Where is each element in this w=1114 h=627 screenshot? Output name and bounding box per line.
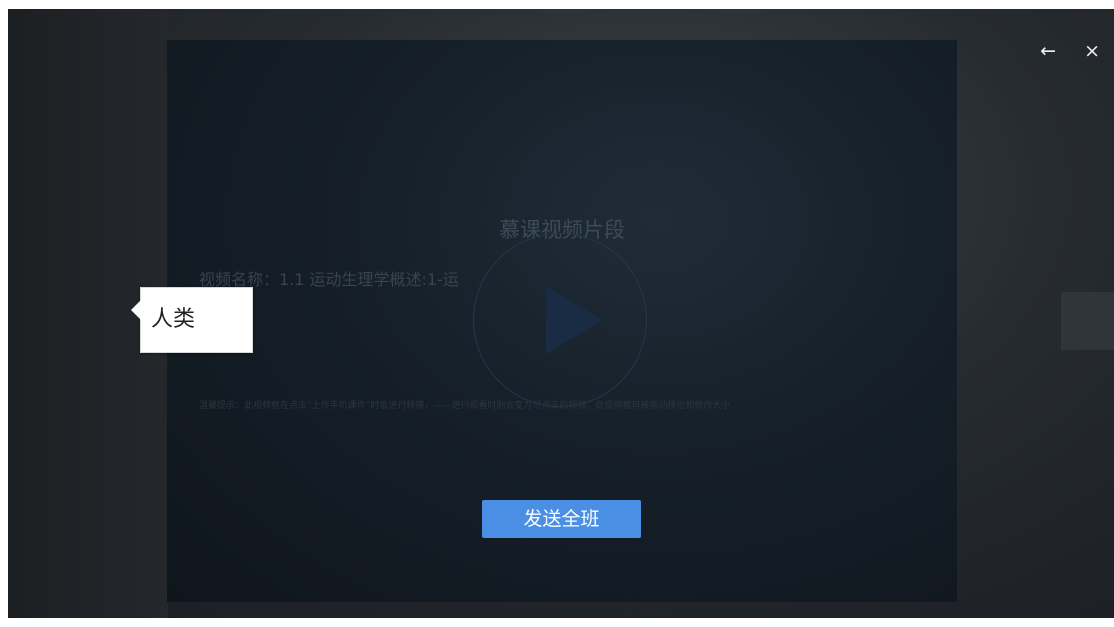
close-icon[interactable]: × — [1084, 39, 1100, 63]
back-arrow-icon[interactable]: ← — [1040, 39, 1056, 63]
mooc-video-player[interactable]: 慕课视频片段 视频名称：1.1 运动生理学概述:1-运 温馨提示：此视频框在点击… — [167, 40, 957, 602]
play-icon — [546, 286, 602, 354]
tip-text: 温馨提示：此视频框在点击“上传手机课件”时会进行转换，——进行观看时则会变为可点… — [199, 401, 731, 411]
send-to-class-button[interactable]: 发送全班 — [482, 500, 641, 538]
play-button[interactable] — [473, 233, 647, 407]
right-edge-panel — [1061, 292, 1114, 350]
annotation-label: 人类 — [151, 307, 196, 332]
annotation-callout: 人类 — [131, 287, 253, 353]
window-controls: ← × — [1040, 39, 1100, 63]
